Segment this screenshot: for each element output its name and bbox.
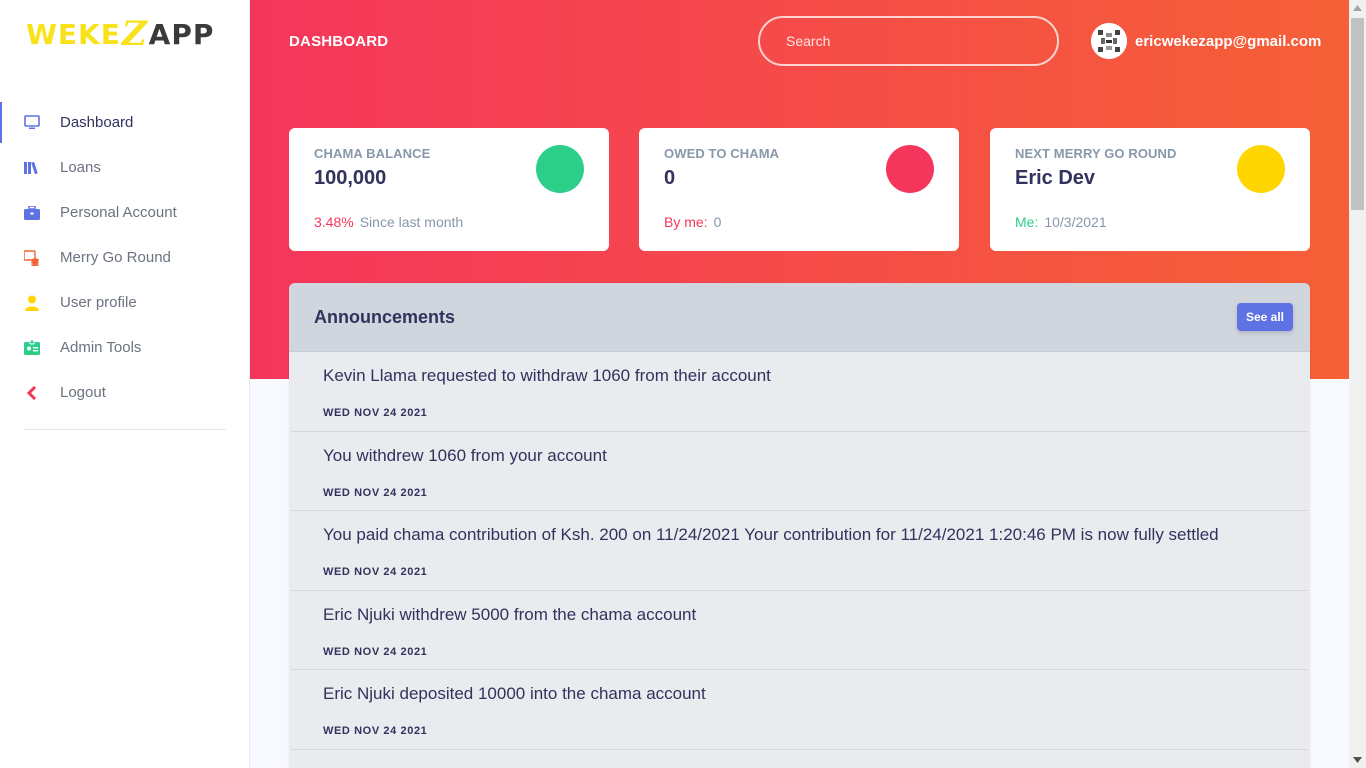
- sidebar-item-admin-tools[interactable]: Admin Tools: [0, 325, 250, 370]
- card-footer-highlight: 3.48%: [314, 214, 354, 230]
- logo-part-app: APP: [148, 17, 215, 51]
- status-dot: [536, 145, 584, 193]
- sidebar-item-label: Logout: [60, 384, 106, 401]
- card-chama-balance: CHAMA BALANCE 100,000 3.48% Since last mo…: [289, 128, 609, 251]
- announcements-title: Announcements: [314, 306, 456, 327]
- app-logo[interactable]: WEKE Z APP: [26, 14, 214, 54]
- badge-icon: [24, 340, 40, 356]
- sidebar-item-dashboard[interactable]: Dashboard: [0, 100, 250, 145]
- logo-part-weke: WEKE: [26, 17, 121, 51]
- monitor-icon: [24, 115, 40, 131]
- card-footer-text: Since last month: [359, 214, 464, 230]
- card-owed-to-chama: OWED TO CHAMA 0 By me: 0: [639, 128, 959, 251]
- sidebar-item-merry-go-round[interactable]: Merry Go Round: [0, 235, 250, 280]
- announcements-header: Announcements See all: [289, 283, 1310, 352]
- sidebar-item-label: Loans: [60, 159, 101, 176]
- announcement-text: Kevin Llama requested to withdraw 1060 f…: [323, 366, 771, 385]
- announcement-date: WED NOV 24 2021: [323, 407, 428, 419]
- sidebar-item-label: Dashboard: [60, 114, 134, 131]
- announcements-list: Kevin Llama requested to withdraw 1060 f…: [289, 352, 1310, 750]
- card-footer-highlight: Me:: [1015, 214, 1039, 230]
- card-footer-text: 0: [713, 214, 722, 230]
- search-input[interactable]: [758, 16, 1059, 66]
- list-item[interactable]: You paid chama contribution of Ksh. 200 …: [291, 511, 1308, 591]
- list-item[interactable]: You withdrew 1060 from your account WED …: [291, 431, 1308, 511]
- sidebar-nav: Dashboard Loans Personal Account Merry G…: [0, 100, 250, 415]
- user-menu[interactable]: ericwekezapp@gmail.com: [1091, 23, 1321, 59]
- page-title: DASHBOARD: [289, 33, 389, 50]
- logo-part-z: Z: [121, 14, 148, 54]
- list-item[interactable]: Eric Njuki withdrew 5000 from the chama …: [291, 590, 1308, 670]
- card-footer: Me: 10/3/2021: [1015, 214, 1107, 230]
- sidebar-item-label: Personal Account: [60, 204, 177, 221]
- announcement-date: WED NOV 24 2021: [323, 645, 428, 658]
- scroll-down-arrow-icon[interactable]: [1353, 757, 1362, 763]
- user-icon: [24, 295, 40, 311]
- list-item[interactable]: Kevin Llama requested to withdraw 1060 f…: [291, 352, 1308, 432]
- announcement-date: WED NOV 24 2021: [323, 566, 428, 578]
- chevron-left-icon: [24, 385, 40, 401]
- announcement-date: WED NOV 24 2021: [323, 725, 428, 737]
- sidebar-item-loans[interactable]: Loans: [0, 145, 250, 190]
- user-email: ericwekezapp@gmail.com: [1135, 32, 1322, 50]
- status-dot: [886, 145, 934, 193]
- announcement-text: Eric Njuki deposited 10000 into the cham…: [323, 684, 706, 703]
- announcements-panel: Announcements See all Kevin Llama reques…: [289, 283, 1310, 768]
- announcement-text: You withdrew 1060 from your account: [323, 445, 607, 465]
- card-footer: 3.48% Since last month: [314, 214, 463, 230]
- sidebar-item-label: User profile: [60, 294, 137, 311]
- card-next-merry-go-round: NEXT MERRY GO ROUND Eric Dev Me: 10/3/202…: [990, 128, 1310, 251]
- card-footer-highlight: By me:: [664, 214, 708, 230]
- avatar: [1091, 23, 1127, 59]
- coins-icon: [24, 249, 40, 266]
- announcement-date: WED NOV 24 2021: [323, 486, 428, 499]
- sidebar-item-label: Admin Tools: [60, 339, 142, 356]
- status-dot: [1237, 145, 1285, 193]
- sidebar-item-user-profile[interactable]: User profile: [0, 280, 250, 325]
- books-icon: [24, 160, 40, 176]
- announcement-text: You paid chama contribution of Ksh. 200 …: [323, 525, 1219, 544]
- sidebar-item-personal-account[interactable]: Personal Account: [0, 190, 250, 235]
- sidebar-item-logout[interactable]: Logout: [0, 370, 250, 415]
- card-footer-text: 10/3/2021: [1044, 214, 1107, 230]
- card-footer: By me: 0: [664, 214, 721, 230]
- sidebar: WEKE Z APP Dashboard Loans Personal Accoun…: [0, 0, 250, 768]
- briefcase-icon: [24, 205, 40, 221]
- list-item[interactable]: Eric Njuki deposited 10000 into the cham…: [291, 670, 1308, 750]
- scroll-up-arrow-icon[interactable]: [1353, 5, 1362, 11]
- see-all-button[interactable]: See all: [1236, 303, 1293, 331]
- scrollbar-thumb[interactable]: [1351, 18, 1364, 210]
- sidebar-item-label: Merry Go Round: [60, 249, 171, 266]
- announcement-text: Eric Njuki withdrew 5000 from the chama …: [323, 604, 697, 624]
- sidebar-divider: [24, 429, 226, 430]
